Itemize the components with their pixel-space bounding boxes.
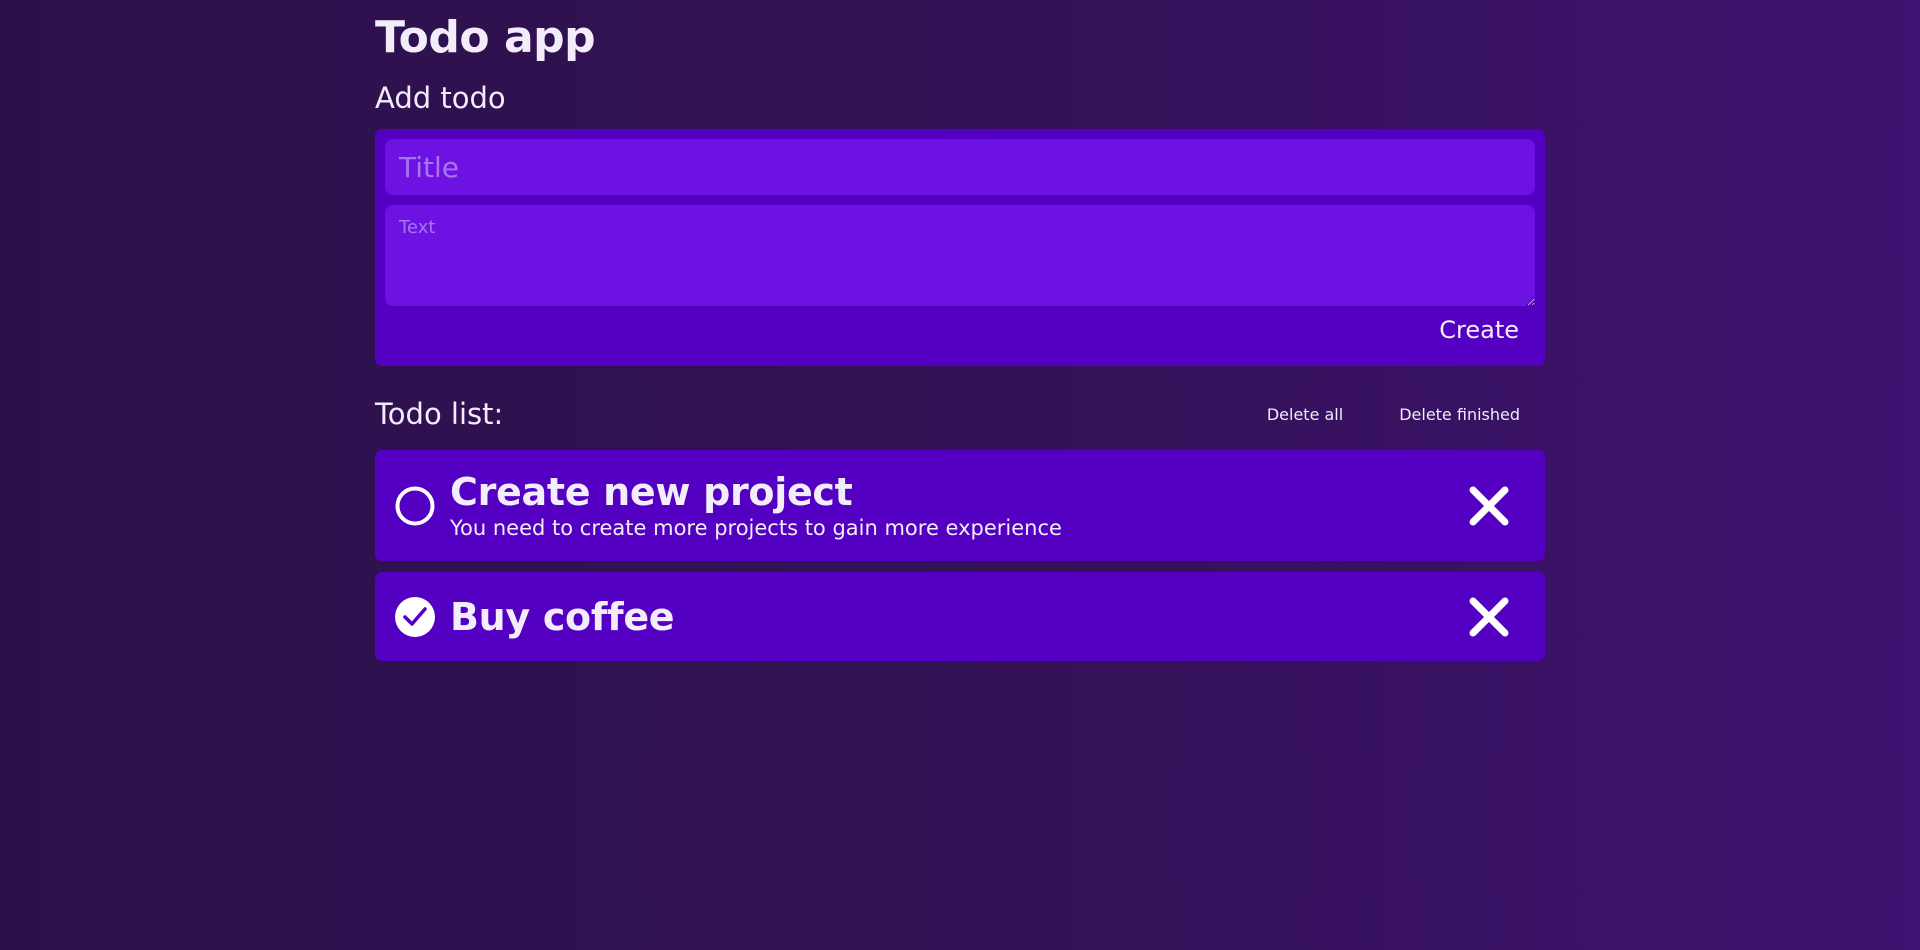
add-todo-heading: Add todo [375,81,506,115]
todo-title: Buy coffee [450,594,675,639]
list-actions: Delete all Delete finished [1267,405,1520,424]
todo-list-header: Todo list: Delete all Delete finished [375,394,1545,434]
delete-finished-button[interactable]: Delete finished [1399,405,1520,424]
title-input[interactable] [385,139,1535,195]
check-circle-icon[interactable] [395,596,435,637]
text-input[interactable] [385,205,1535,306]
close-icon[interactable] [1467,484,1511,528]
todo-item: Buy coffee [375,572,1545,661]
create-button[interactable]: Create [1439,316,1519,344]
todo-list-heading: Todo list: [375,397,504,431]
add-todo-form: Create [375,129,1545,366]
delete-all-button[interactable]: Delete all [1267,405,1343,424]
app-container: Todo app Add todo Create Todo list: Dele… [375,0,1545,672]
close-icon[interactable] [1467,595,1511,639]
todo-body: Create new project You need to create mo… [450,470,1525,541]
page-title: Todo app [375,12,596,63]
todo-text: You need to create more projects to gain… [450,516,1062,540]
circle-icon[interactable] [395,486,435,526]
todo-list: Create new project You need to create mo… [375,450,1545,661]
todo-body: Buy coffee [450,595,1525,639]
todo-item: Create new project You need to create mo… [375,450,1545,561]
todo-title: Create new project [450,470,853,514]
